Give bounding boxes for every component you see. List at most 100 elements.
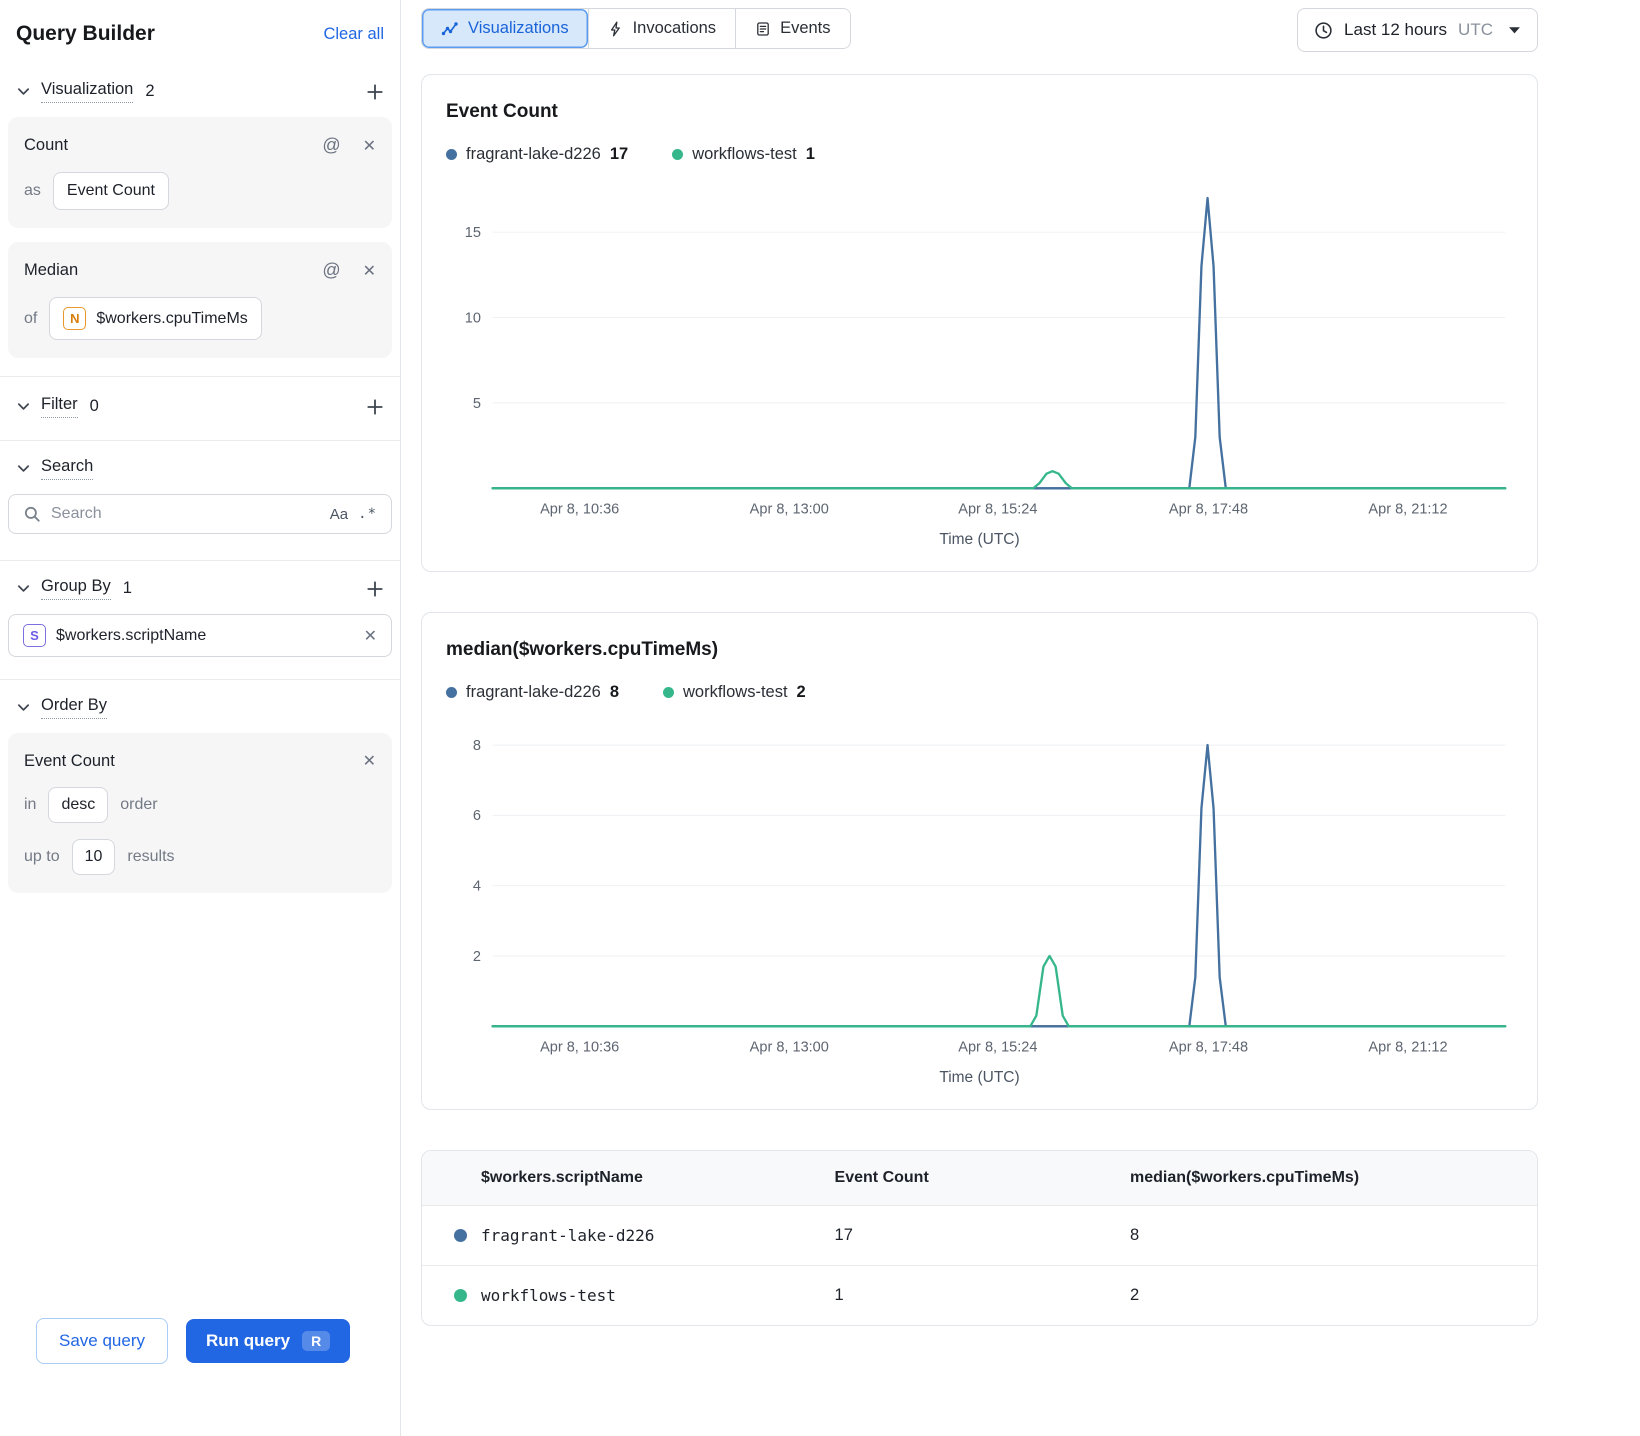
regex-icon[interactable]: .* xyxy=(358,506,377,522)
time-range-value: Last 12 hours xyxy=(1344,20,1448,39)
legend-item[interactable]: workflows-test 2 xyxy=(663,683,806,702)
event-count-chart[interactable]: 5 10 15 Apr 8, 10:36 Apr 8, 13:00 Apr 8, 15:2… xyxy=(446,174,1513,529)
series-name: workflows-test xyxy=(683,683,788,702)
legend-item[interactable]: fragrant-lake-d226 17 xyxy=(446,145,628,164)
as-label: as xyxy=(24,182,41,199)
caret-down-icon xyxy=(1508,26,1521,35)
series-total: 17 xyxy=(609,145,629,163)
chart-legend: fragrant-lake-d226 17 workflows-test 1 xyxy=(446,145,1513,164)
svg-text:Apr 8, 13:00: Apr 8, 13:00 xyxy=(750,1040,829,1056)
match-case-icon[interactable]: Aa xyxy=(330,506,348,523)
add-visualization-button[interactable] xyxy=(366,83,384,101)
visualization-count: 2 xyxy=(145,82,155,100)
svg-text:6: 6 xyxy=(473,808,481,824)
svg-text:Apr 8, 21:12: Apr 8, 21:12 xyxy=(1368,1040,1447,1056)
median-value: 8 xyxy=(1130,1226,1140,1245)
x-axis-label: Time (UTC) xyxy=(939,1069,1020,1087)
column-header: median($workers.cpuTimeMs) xyxy=(1130,1169,1360,1187)
series-dot xyxy=(454,1229,467,1243)
filter-section-label: Filter xyxy=(41,395,78,418)
time-range-dropdown[interactable]: Last 12 hours UTC xyxy=(1297,8,1538,52)
run-query-button[interactable]: Run query R xyxy=(186,1319,351,1363)
in-label: in xyxy=(24,796,37,813)
run-query-label: Run query xyxy=(206,1331,291,1350)
median-cputime-chart-panel: median($workers.cpuTimeMs) fragrant-lake… xyxy=(421,612,1538,1111)
timezone-value: UTC xyxy=(1458,20,1493,39)
up-to-label: up to xyxy=(24,848,60,865)
app: Query Builder Clear all Visualization 2 … xyxy=(0,0,1640,1436)
tab-visualizations[interactable]: Visualizations xyxy=(422,9,588,48)
visualization-card-median: Median @ ✕ of N $workers.cpuTimeMs xyxy=(8,242,392,358)
remove-order-by-icon[interactable]: ✕ xyxy=(363,751,376,771)
x-axis-label: Time (UTC) xyxy=(939,531,1020,549)
remove-group-by-icon[interactable]: ✕ xyxy=(364,626,377,646)
svg-text:Apr 8, 13:00: Apr 8, 13:00 xyxy=(750,501,829,517)
series-dot xyxy=(672,149,684,160)
panel-footer: Save query Run query R xyxy=(0,1304,400,1436)
add-group-by-button[interactable] xyxy=(366,580,384,598)
table-row[interactable]: fragrant-lake-d226 17 8 xyxy=(422,1205,1537,1265)
series-name: fragrant-lake-d226 xyxy=(466,145,601,163)
of-label: of xyxy=(24,309,38,327)
chart-legend: fragrant-lake-d226 8 workflows-test 2 xyxy=(446,683,1513,702)
svg-text:Apr 8, 17:48: Apr 8, 17:48 xyxy=(1169,501,1248,517)
add-filter-button[interactable] xyxy=(366,398,384,416)
run-shortcut-key: R xyxy=(302,1331,331,1351)
remove-visualization-icon[interactable]: ✕ xyxy=(363,136,376,156)
group-by-section-header: Group By 1 xyxy=(0,561,400,614)
legend-item[interactable]: workflows-test 1 xyxy=(672,145,815,164)
series-dot xyxy=(454,1289,467,1303)
visualization-section-header: Visualization 2 xyxy=(0,70,400,117)
panel-title: Query Builder xyxy=(16,22,155,45)
median-cputime-chart[interactable]: 2 4 6 8 Apr 8, 10:36 Apr 8, 13:00 Apr 8, 15:24… xyxy=(446,712,1513,1067)
series-total: 2 xyxy=(796,683,806,702)
tab-invocations[interactable]: Invocations xyxy=(587,9,736,48)
table-row[interactable]: workflows-test 1 2 xyxy=(422,1265,1537,1325)
chevron-down-icon[interactable] xyxy=(16,581,31,596)
events-list-icon xyxy=(757,21,769,36)
group-by-field: $workers.scriptName xyxy=(56,626,207,644)
series-dot xyxy=(663,687,675,699)
order-label: order xyxy=(120,796,158,813)
remove-visualization-icon[interactable]: ✕ xyxy=(363,261,376,281)
mention-icon[interactable]: @ xyxy=(322,260,340,281)
group-by-item[interactable]: S $workers.scriptName ✕ xyxy=(8,614,392,657)
aggregation-name: Count xyxy=(24,136,69,154)
visualization-section-label: Visualization xyxy=(41,80,134,103)
chevron-down-icon[interactable] xyxy=(16,84,31,99)
search-input[interactable] xyxy=(51,505,320,523)
legend-item[interactable]: fragrant-lake-d226 8 xyxy=(446,683,619,702)
visualization-card-count: Count @ ✕ as Event Count xyxy=(8,117,392,228)
mention-icon[interactable]: @ xyxy=(322,135,340,156)
median-value: 2 xyxy=(1130,1286,1140,1305)
order-by-section-label: Order By xyxy=(41,696,108,719)
save-query-button[interactable]: Save query xyxy=(36,1318,168,1364)
event-count-chart-panel: Event Count fragrant-lake-d226 17 workfl… xyxy=(421,74,1538,573)
tab-label: Invocations xyxy=(632,19,717,37)
chevron-down-icon[interactable] xyxy=(16,700,31,715)
svg-text:15: 15 xyxy=(465,225,481,241)
tab-events[interactable]: Events xyxy=(735,9,850,48)
svg-text:4: 4 xyxy=(473,879,481,895)
direction-chip[interactable]: desc xyxy=(48,787,109,823)
field-name: $workers.cpuTimeMs xyxy=(96,309,248,327)
order-by-card: Event Count ✕ in desc order up to 10 res… xyxy=(8,733,392,893)
field-chip[interactable]: N $workers.cpuTimeMs xyxy=(49,297,262,340)
query-builder-panel: Query Builder Clear all Visualization 2 … xyxy=(0,0,401,1436)
svg-text:5: 5 xyxy=(473,396,481,412)
chevron-down-icon[interactable] xyxy=(16,399,31,414)
series-dot xyxy=(446,687,457,699)
results-table-panel: $workers.scriptName Event Count median($… xyxy=(421,1150,1538,1327)
script-name: fragrant-lake-d226 xyxy=(481,1226,655,1246)
series-dot xyxy=(446,149,457,160)
chart-title: median($workers.cpuTimeMs) xyxy=(446,639,719,661)
svg-text:Apr 8, 17:48: Apr 8, 17:48 xyxy=(1169,1040,1248,1056)
chevron-down-icon[interactable] xyxy=(16,461,31,476)
script-name: workflows-test xyxy=(481,1286,616,1306)
limit-chip[interactable]: 10 xyxy=(71,839,116,875)
view-tabs: Visualizations Invocations Events xyxy=(421,8,851,49)
alias-chip[interactable]: Event Count xyxy=(52,172,169,210)
chart-title: Event Count xyxy=(446,101,558,122)
series-total: 8 xyxy=(609,683,620,702)
clear-all-link[interactable]: Clear all xyxy=(323,25,384,44)
